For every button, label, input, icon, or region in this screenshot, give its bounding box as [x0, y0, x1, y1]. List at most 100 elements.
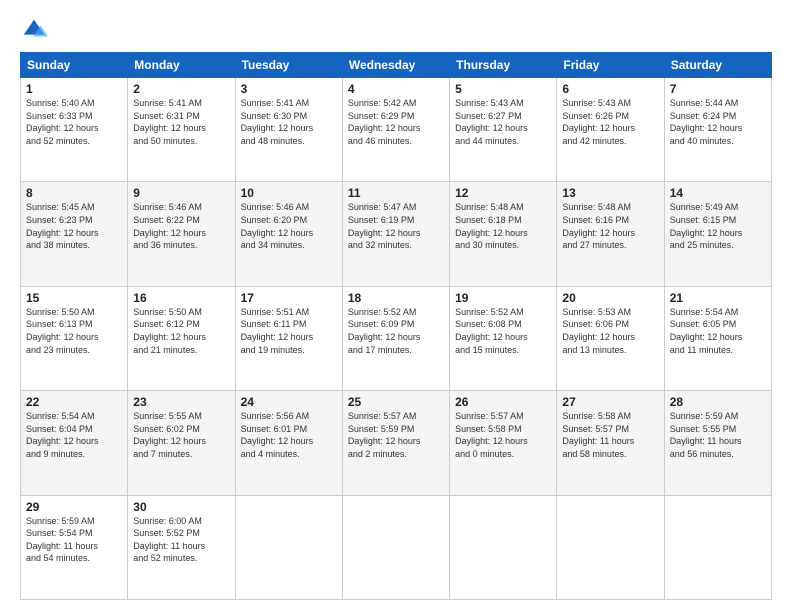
day-cell: 19Sunrise: 5:52 AM Sunset: 6:08 PM Dayli… [450, 286, 557, 390]
day-cell: 9Sunrise: 5:46 AM Sunset: 6:22 PM Daylig… [128, 182, 235, 286]
day-cell: 29Sunrise: 5:59 AM Sunset: 5:54 PM Dayli… [21, 495, 128, 599]
day-cell [664, 495, 771, 599]
day-cell: 21Sunrise: 5:54 AM Sunset: 6:05 PM Dayli… [664, 286, 771, 390]
week-row-5: 29Sunrise: 5:59 AM Sunset: 5:54 PM Dayli… [21, 495, 772, 599]
day-number: 20 [562, 291, 658, 305]
day-number: 30 [133, 500, 229, 514]
day-info: Sunrise: 5:59 AM Sunset: 5:54 PM Dayligh… [26, 515, 122, 565]
day-cell: 6Sunrise: 5:43 AM Sunset: 6:26 PM Daylig… [557, 78, 664, 182]
logo [20, 16, 52, 44]
weekday-header-monday: Monday [128, 53, 235, 78]
day-cell: 3Sunrise: 5:41 AM Sunset: 6:30 PM Daylig… [235, 78, 342, 182]
day-info: Sunrise: 5:51 AM Sunset: 6:11 PM Dayligh… [241, 306, 337, 356]
day-number: 13 [562, 186, 658, 200]
page: SundayMondayTuesdayWednesdayThursdayFrid… [0, 0, 792, 612]
day-info: Sunrise: 5:50 AM Sunset: 6:13 PM Dayligh… [26, 306, 122, 356]
day-info: Sunrise: 5:48 AM Sunset: 6:16 PM Dayligh… [562, 201, 658, 251]
day-cell [557, 495, 664, 599]
day-cell: 12Sunrise: 5:48 AM Sunset: 6:18 PM Dayli… [450, 182, 557, 286]
day-cell: 24Sunrise: 5:56 AM Sunset: 6:01 PM Dayli… [235, 391, 342, 495]
day-info: Sunrise: 5:40 AM Sunset: 6:33 PM Dayligh… [26, 97, 122, 147]
day-cell: 11Sunrise: 5:47 AM Sunset: 6:19 PM Dayli… [342, 182, 449, 286]
day-info: Sunrise: 5:52 AM Sunset: 6:08 PM Dayligh… [455, 306, 551, 356]
day-cell: 20Sunrise: 5:53 AM Sunset: 6:06 PM Dayli… [557, 286, 664, 390]
day-info: Sunrise: 5:43 AM Sunset: 6:27 PM Dayligh… [455, 97, 551, 147]
day-cell: 30Sunrise: 6:00 AM Sunset: 5:52 PM Dayli… [128, 495, 235, 599]
day-info: Sunrise: 5:57 AM Sunset: 5:58 PM Dayligh… [455, 410, 551, 460]
day-info: Sunrise: 5:59 AM Sunset: 5:55 PM Dayligh… [670, 410, 766, 460]
day-number: 25 [348, 395, 444, 409]
day-number: 21 [670, 291, 766, 305]
week-row-2: 8Sunrise: 5:45 AM Sunset: 6:23 PM Daylig… [21, 182, 772, 286]
day-number: 29 [26, 500, 122, 514]
week-row-3: 15Sunrise: 5:50 AM Sunset: 6:13 PM Dayli… [21, 286, 772, 390]
day-number: 28 [670, 395, 766, 409]
day-cell: 23Sunrise: 5:55 AM Sunset: 6:02 PM Dayli… [128, 391, 235, 495]
calendar-table: SundayMondayTuesdayWednesdayThursdayFrid… [20, 52, 772, 600]
day-number: 12 [455, 186, 551, 200]
day-number: 4 [348, 82, 444, 96]
day-info: Sunrise: 5:41 AM Sunset: 6:30 PM Dayligh… [241, 97, 337, 147]
day-info: Sunrise: 5:56 AM Sunset: 6:01 PM Dayligh… [241, 410, 337, 460]
day-cell: 17Sunrise: 5:51 AM Sunset: 6:11 PM Dayli… [235, 286, 342, 390]
day-number: 15 [26, 291, 122, 305]
day-cell: 8Sunrise: 5:45 AM Sunset: 6:23 PM Daylig… [21, 182, 128, 286]
weekday-header-thursday: Thursday [450, 53, 557, 78]
weekday-header-row: SundayMondayTuesdayWednesdayThursdayFrid… [21, 53, 772, 78]
day-number: 26 [455, 395, 551, 409]
weekday-header-saturday: Saturday [664, 53, 771, 78]
day-info: Sunrise: 5:54 AM Sunset: 6:04 PM Dayligh… [26, 410, 122, 460]
day-number: 19 [455, 291, 551, 305]
day-info: Sunrise: 5:55 AM Sunset: 6:02 PM Dayligh… [133, 410, 229, 460]
day-cell: 26Sunrise: 5:57 AM Sunset: 5:58 PM Dayli… [450, 391, 557, 495]
day-number: 5 [455, 82, 551, 96]
weekday-header-sunday: Sunday [21, 53, 128, 78]
day-info: Sunrise: 6:00 AM Sunset: 5:52 PM Dayligh… [133, 515, 229, 565]
day-number: 10 [241, 186, 337, 200]
weekday-header-tuesday: Tuesday [235, 53, 342, 78]
day-info: Sunrise: 5:58 AM Sunset: 5:57 PM Dayligh… [562, 410, 658, 460]
day-number: 11 [348, 186, 444, 200]
day-cell: 5Sunrise: 5:43 AM Sunset: 6:27 PM Daylig… [450, 78, 557, 182]
day-number: 1 [26, 82, 122, 96]
day-number: 2 [133, 82, 229, 96]
day-number: 3 [241, 82, 337, 96]
day-number: 22 [26, 395, 122, 409]
day-info: Sunrise: 5:49 AM Sunset: 6:15 PM Dayligh… [670, 201, 766, 251]
week-row-4: 22Sunrise: 5:54 AM Sunset: 6:04 PM Dayli… [21, 391, 772, 495]
day-cell: 10Sunrise: 5:46 AM Sunset: 6:20 PM Dayli… [235, 182, 342, 286]
day-number: 24 [241, 395, 337, 409]
week-row-1: 1Sunrise: 5:40 AM Sunset: 6:33 PM Daylig… [21, 78, 772, 182]
day-cell: 28Sunrise: 5:59 AM Sunset: 5:55 PM Dayli… [664, 391, 771, 495]
day-number: 16 [133, 291, 229, 305]
day-cell: 15Sunrise: 5:50 AM Sunset: 6:13 PM Dayli… [21, 286, 128, 390]
day-number: 9 [133, 186, 229, 200]
day-info: Sunrise: 5:45 AM Sunset: 6:23 PM Dayligh… [26, 201, 122, 251]
day-cell [342, 495, 449, 599]
day-number: 14 [670, 186, 766, 200]
day-info: Sunrise: 5:46 AM Sunset: 6:22 PM Dayligh… [133, 201, 229, 251]
weekday-header-wednesday: Wednesday [342, 53, 449, 78]
day-cell: 18Sunrise: 5:52 AM Sunset: 6:09 PM Dayli… [342, 286, 449, 390]
day-info: Sunrise: 5:44 AM Sunset: 6:24 PM Dayligh… [670, 97, 766, 147]
day-cell: 4Sunrise: 5:42 AM Sunset: 6:29 PM Daylig… [342, 78, 449, 182]
day-info: Sunrise: 5:57 AM Sunset: 5:59 PM Dayligh… [348, 410, 444, 460]
day-cell: 2Sunrise: 5:41 AM Sunset: 6:31 PM Daylig… [128, 78, 235, 182]
day-cell [450, 495, 557, 599]
day-info: Sunrise: 5:50 AM Sunset: 6:12 PM Dayligh… [133, 306, 229, 356]
day-cell: 14Sunrise: 5:49 AM Sunset: 6:15 PM Dayli… [664, 182, 771, 286]
day-cell: 1Sunrise: 5:40 AM Sunset: 6:33 PM Daylig… [21, 78, 128, 182]
day-cell: 7Sunrise: 5:44 AM Sunset: 6:24 PM Daylig… [664, 78, 771, 182]
day-cell: 13Sunrise: 5:48 AM Sunset: 6:16 PM Dayli… [557, 182, 664, 286]
day-cell [235, 495, 342, 599]
day-number: 23 [133, 395, 229, 409]
header [20, 16, 772, 44]
day-number: 18 [348, 291, 444, 305]
day-info: Sunrise: 5:43 AM Sunset: 6:26 PM Dayligh… [562, 97, 658, 147]
day-info: Sunrise: 5:52 AM Sunset: 6:09 PM Dayligh… [348, 306, 444, 356]
day-number: 17 [241, 291, 337, 305]
day-info: Sunrise: 5:46 AM Sunset: 6:20 PM Dayligh… [241, 201, 337, 251]
day-info: Sunrise: 5:54 AM Sunset: 6:05 PM Dayligh… [670, 306, 766, 356]
day-number: 27 [562, 395, 658, 409]
day-cell: 27Sunrise: 5:58 AM Sunset: 5:57 PM Dayli… [557, 391, 664, 495]
